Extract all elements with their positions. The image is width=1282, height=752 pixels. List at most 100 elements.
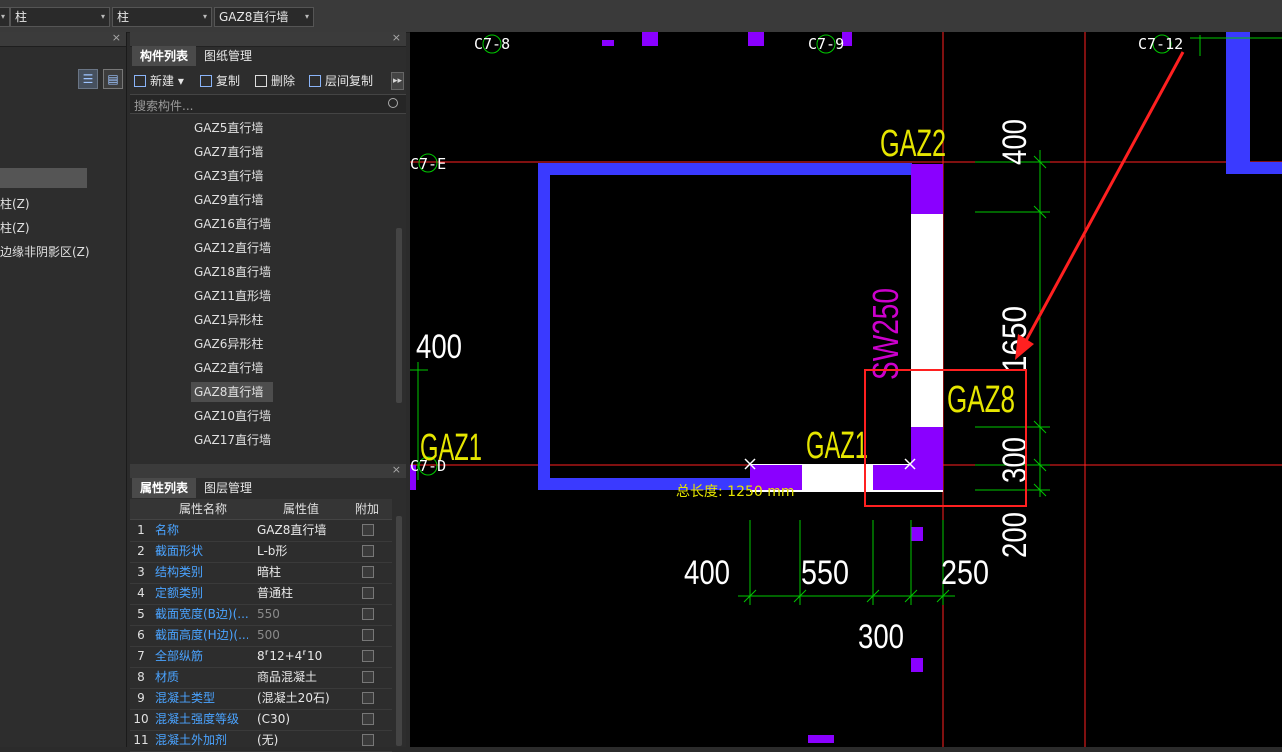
panel-titlebar: × — [130, 31, 406, 47]
extra-checkbox[interactable] — [362, 545, 374, 557]
property-name: 截面形状 — [155, 544, 204, 558]
component-list-item[interactable]: GAZ8直行墙 — [191, 382, 273, 402]
close-icon[interactable]: × — [392, 31, 401, 44]
property-value[interactable]: GAZ8直行墙 — [257, 520, 347, 541]
cad-drawing[interactable]: C7-8 C7-9 C7-12 C7-E C7-D GAZ2 GAZ1 GAZ1… — [410, 32, 1282, 747]
list-scrollbar[interactable] — [396, 228, 402, 403]
component-list-item[interactable]: GAZ18直行墙 — [194, 262, 271, 282]
tab-component-list[interactable]: 构件列表 — [132, 46, 197, 66]
property-row[interactable]: 6 截面高度(H边)(... 500 — [130, 625, 392, 647]
dim-right-300: 300 — [996, 437, 1034, 483]
property-value[interactable]: 暗柱 — [257, 562, 347, 583]
annotation-arrow — [1020, 51, 1185, 349]
property-value[interactable]: 550 — [257, 604, 347, 625]
property-value[interactable]: (C30) — [257, 709, 347, 730]
more-tools-icon[interactable]: ▸▸ — [391, 72, 404, 90]
property-name: 结构类别 — [155, 565, 204, 579]
property-value[interactable]: 8⸢12+4⸢10 — [257, 646, 347, 667]
property-row[interactable]: 4 定额类别 普通柱 — [130, 583, 392, 605]
extra-checkbox[interactable] — [362, 629, 374, 641]
extra-checkbox[interactable] — [362, 608, 374, 620]
new-button[interactable]: 新建 ▾ — [134, 72, 184, 90]
extra-checkbox[interactable] — [362, 713, 374, 725]
tab-property-list[interactable]: 属性列表 — [132, 478, 197, 498]
copy-button[interactable]: 复制 — [200, 72, 240, 90]
tree-item[interactable]: 柱(Z) — [0, 195, 30, 212]
property-name: 混凝土类型 — [155, 691, 216, 705]
delete-button[interactable]: 删除 — [255, 72, 295, 90]
property-value[interactable]: (无) — [257, 730, 347, 751]
property-name: 混凝土强度等级 — [155, 712, 240, 726]
property-row[interactable]: 1 名称 GAZ8直行墙 — [130, 520, 392, 542]
tree-item[interactable]: 柱(Z) — [0, 219, 30, 236]
property-row[interactable]: 8 材质 商品混凝土 — [130, 667, 392, 689]
property-name: 材质 — [155, 670, 180, 684]
property-row[interactable]: 5 截面宽度(B边)(... 550 — [130, 604, 392, 626]
element-name-dropdown[interactable]: GAZ8直行墙 ▾ — [214, 7, 314, 27]
component-list-item[interactable]: GAZ17直行墙 — [194, 430, 271, 450]
property-value[interactable]: (混凝土20石) — [257, 688, 347, 709]
element-type-value: 柱 — [117, 10, 130, 24]
property-name: 混凝土外加剂 — [155, 733, 228, 747]
drawing-canvas[interactable]: C7-8 C7-9 C7-12 C7-E C7-D GAZ2 GAZ1 GAZ1… — [410, 32, 1282, 747]
tab-drawing-management[interactable]: 图纸管理 — [196, 46, 260, 66]
row-number: 8 — [137, 670, 145, 684]
component-list-item[interactable]: GAZ3直行墙 — [194, 166, 263, 186]
dropdown-0[interactable]: ▾ — [0, 7, 10, 27]
property-row[interactable]: 9 混凝土类型 (混凝土20石) — [130, 688, 392, 710]
property-value[interactable]: 普通柱 — [257, 583, 347, 604]
close-icon[interactable]: × — [112, 31, 121, 44]
component-search[interactable]: 搜索构件... — [130, 94, 406, 114]
layer-copy-icon — [309, 75, 321, 87]
property-row[interactable]: 2 截面形状 L-b形 — [130, 541, 392, 563]
property-value[interactable]: 500 — [257, 625, 347, 646]
property-row[interactable]: 7 全部纵筋 8⸢12+4⸢10 — [130, 646, 392, 668]
selected-tree-item[interactable] — [0, 168, 87, 188]
column-end-top — [911, 164, 943, 214]
tab-layer-management[interactable]: 图层管理 — [196, 478, 260, 498]
component-list-item[interactable]: GAZ11直形墙 — [194, 286, 271, 306]
component-list-item[interactable]: GAZ5直行墙 — [194, 118, 263, 138]
layer-copy-button[interactable]: 层间复制 — [309, 72, 373, 90]
component-list-item[interactable]: GAZ2直行墙 — [194, 358, 263, 378]
total-length-label: 总长度: 1250 mm — [676, 484, 795, 500]
component-list-item[interactable]: GAZ7直行墙 — [194, 142, 263, 162]
extra-checkbox[interactable] — [362, 692, 374, 704]
property-value[interactable]: L-b形 — [257, 541, 347, 562]
axis-label-c7-e: C7-E — [410, 155, 446, 173]
property-row[interactable]: 10 混凝土强度等级 (C30) — [130, 709, 392, 731]
component-list-item[interactable]: GAZ6异形柱 — [194, 334, 263, 354]
component-list-item[interactable]: GAZ12直行墙 — [194, 238, 271, 258]
property-row[interactable]: 3 结构类别 暗柱 — [130, 562, 392, 584]
property-scrollbar[interactable] — [396, 516, 402, 746]
component-list-item[interactable]: GAZ10直行墙 — [194, 406, 271, 426]
search-input[interactable]: 搜索构件... — [134, 97, 193, 114]
tree-item[interactable]: 边缘非阴影区(Z) — [0, 243, 90, 260]
extra-checkbox[interactable] — [362, 734, 374, 746]
element-type-dropdown[interactable]: 柱 ▾ — [112, 7, 212, 27]
label-gaz1-bottom: GAZ1 — [806, 425, 868, 467]
component-list-item[interactable]: GAZ9直行墙 — [194, 190, 263, 210]
property-name: 名称 — [155, 523, 180, 537]
wall-right-top — [1226, 32, 1250, 174]
row-number: 3 — [137, 565, 145, 579]
label-gaz1-left: GAZ1 — [420, 427, 482, 469]
detail-view-icon[interactable]: ▤ — [103, 69, 123, 89]
panel-titlebar: × — [130, 463, 406, 478]
extra-checkbox[interactable] — [362, 524, 374, 536]
search-icon[interactable] — [388, 98, 398, 108]
extra-checkbox[interactable] — [362, 587, 374, 599]
component-list-item[interactable]: GAZ1异形柱 — [194, 310, 263, 330]
floor-type-dropdown[interactable]: 柱 ▾ — [10, 7, 110, 27]
component-list-item[interactable]: GAZ16直行墙 — [194, 214, 271, 234]
wall-right-top-h — [1226, 162, 1282, 174]
close-icon[interactable]: × — [392, 463, 401, 476]
extra-checkbox[interactable] — [362, 650, 374, 662]
extra-checkbox[interactable] — [362, 671, 374, 683]
component-panel: × 构件列表 图纸管理 新建 ▾ 复制 删除 层间复制 ▸▸ 搜索构件... G… — [130, 31, 406, 752]
property-row[interactable]: 11 混凝土外加剂 (无) — [130, 730, 392, 752]
list-view-icon[interactable]: ☰ — [78, 69, 98, 89]
extra-checkbox[interactable] — [362, 566, 374, 578]
layer-copy-label: 层间复制 — [325, 74, 374, 88]
property-value[interactable]: 商品混凝土 — [257, 667, 347, 688]
